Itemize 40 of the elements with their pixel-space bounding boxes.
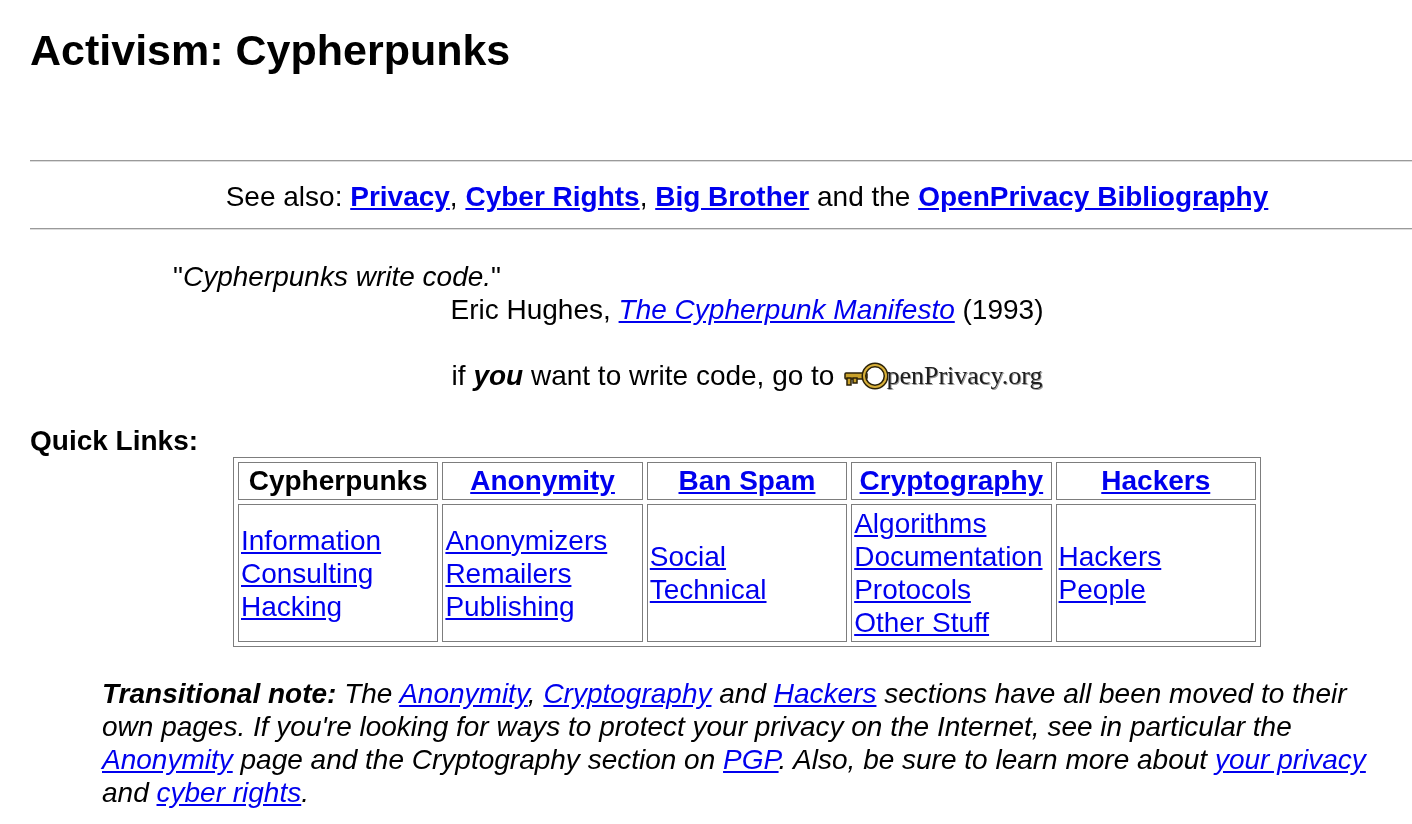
text-link[interactable]: Remailers	[445, 556, 572, 590]
header-link[interactable]: Anonymity	[470, 465, 615, 496]
attribution-text: Eric Hughes, The Cypherpunk Manifesto (1993)	[450, 294, 1044, 325]
invitation-text: if you want to write code, go to	[451, 359, 835, 392]
text-link[interactable]: Protocols	[854, 573, 971, 606]
text-link[interactable]: your privacy	[1214, 744, 1366, 775]
text-link[interactable]: People	[1058, 573, 1146, 606]
text-link[interactable]: OpenPrivacy Bibliography	[918, 181, 1269, 212]
text-link[interactable]: Hackers	[773, 678, 877, 709]
text-link[interactable]: PGP	[723, 744, 779, 775]
text-link[interactable]: Hacking	[241, 589, 343, 623]
text-link[interactable]: Cryptography	[543, 678, 712, 709]
logo-link[interactable]: penPrivacy.org	[844, 360, 1043, 391]
text-link[interactable]: cyber rights	[156, 777, 302, 808]
transitional-note: Transitional note: The Anonymity, Cryptography and Hackers sections have all been moved to their own pages. If you're looking for ways to protect your privacy on the Internet, see in particular the Anonymity page and the Cryptography section on PGP. Also, be sure to learn more about your privacy and cyber rights.	[102, 677, 1368, 809]
see-also-text: See also: Privacy, Cyber Rights, Big Brother and the OpenPrivacy Bibliography	[225, 181, 1269, 212]
header-link[interactable]: Cryptography	[859, 465, 1044, 496]
text-link[interactable]: Other Stuff	[854, 606, 990, 639]
text-link[interactable]: Hackers	[1058, 540, 1162, 573]
text-link[interactable]: Anonymity	[399, 678, 528, 709]
text-link[interactable]: Publishing	[445, 589, 575, 623]
text-link[interactable]: Big Brother	[655, 181, 810, 212]
text-link[interactable]: Consulting	[241, 556, 374, 590]
text-link[interactable]: Information	[241, 523, 382, 557]
page-title: Activism: Cypherpunks	[30, 26, 511, 75]
text-link[interactable]: Algorithms	[854, 507, 987, 540]
header-link[interactable]: Hackers	[1101, 465, 1211, 496]
section-label: Quick Links:	[30, 425, 199, 456]
header-link[interactable]: Ban Spam	[678, 465, 816, 496]
table-header: Cypherpunks	[238, 462, 439, 500]
quote-text: "Cypherpunks write code."	[173, 261, 502, 292]
key-icon	[844, 360, 889, 391]
text-link[interactable]: Social	[649, 540, 727, 573]
text-link[interactable]: Anonymizers	[445, 523, 608, 557]
text-link[interactable]: Documentation	[854, 540, 1043, 573]
text-link[interactable]: Privacy	[350, 181, 450, 212]
text-link[interactable]: The Cypherpunk Manifesto	[618, 294, 955, 325]
text-link[interactable]: Technical	[649, 573, 767, 606]
text-link[interactable]: Cyber Rights	[465, 181, 640, 212]
text-link[interactable]: Anonymity	[102, 744, 233, 775]
